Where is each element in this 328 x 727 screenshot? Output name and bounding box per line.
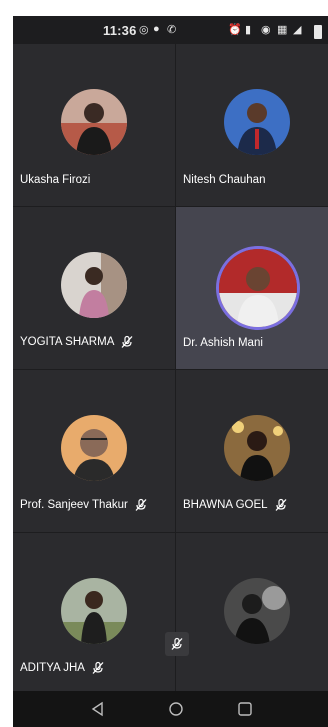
participant-tile[interactable]: Prof. Sanjeev Thakur xyxy=(13,370,175,532)
mic-off-icon xyxy=(134,498,148,512)
call-icon: ✆ xyxy=(167,24,177,36)
mic-off-icon xyxy=(91,661,105,675)
participant-tile[interactable] xyxy=(176,533,328,695)
hotspot-icon: ◉ xyxy=(261,24,271,36)
participant-name: YOGITA SHARMA xyxy=(20,335,134,349)
mic-off-icon xyxy=(120,335,134,349)
participant-avatar xyxy=(61,415,127,481)
participant-avatar xyxy=(61,578,127,644)
self-mute-button[interactable] xyxy=(165,632,189,656)
participant-avatar xyxy=(61,89,127,155)
participant-name: ADITYA JHA xyxy=(20,661,105,675)
status-bar: 11:36 ◎ ● ✆ ⏰ ▮ ◉ ▦ ◢ xyxy=(13,16,328,46)
participant-avatar xyxy=(224,89,290,155)
alarm-icon: ⏰ xyxy=(228,24,242,36)
participant-tile[interactable]: BHAWNA GOEL xyxy=(176,370,328,532)
vibrate-icon: ▮ xyxy=(245,24,252,36)
mic-icon: ● xyxy=(153,23,160,35)
participant-avatar xyxy=(224,415,290,481)
participant-tile[interactable]: Ukasha Firozi xyxy=(13,44,175,206)
participant-name: Prof. Sanjeev Thakur xyxy=(20,498,148,512)
back-icon[interactable] xyxy=(90,701,106,717)
meeting-screen: 11:36 ◎ ● ✆ ⏰ ▮ ◉ ▦ ◢ Ukasha Firozi Nite… xyxy=(13,16,328,727)
data-icon: ▦ xyxy=(277,24,288,36)
participant-tile-speaking[interactable]: Dr. Ashish Mani xyxy=(176,207,328,369)
participant-name: Dr. Ashish Mani xyxy=(183,337,263,349)
participant-tile[interactable]: YOGITA SHARMA xyxy=(13,207,175,369)
participant-avatar xyxy=(61,252,127,318)
participant-avatar xyxy=(216,246,300,330)
recents-icon[interactable] xyxy=(237,701,253,717)
navigation-bar xyxy=(13,691,328,727)
mic-off-icon xyxy=(171,637,183,650)
participant-name: BHAWNA GOEL xyxy=(183,498,288,512)
mic-off-icon xyxy=(274,498,288,512)
participant-avatar xyxy=(224,578,290,644)
battery-icon xyxy=(314,25,322,39)
participant-name: Nitesh Chauhan xyxy=(183,174,266,186)
home-icon[interactable] xyxy=(168,701,184,717)
participant-tile[interactable]: Nitesh Chauhan xyxy=(176,44,328,206)
signal-icon: ◢ xyxy=(293,24,302,36)
participant-name: Ukasha Firozi xyxy=(20,174,91,186)
participant-tile[interactable]: ADITYA JHA xyxy=(13,533,175,695)
whatsapp-icon: ◎ xyxy=(139,24,149,36)
status-time: 11:36 xyxy=(103,23,137,38)
